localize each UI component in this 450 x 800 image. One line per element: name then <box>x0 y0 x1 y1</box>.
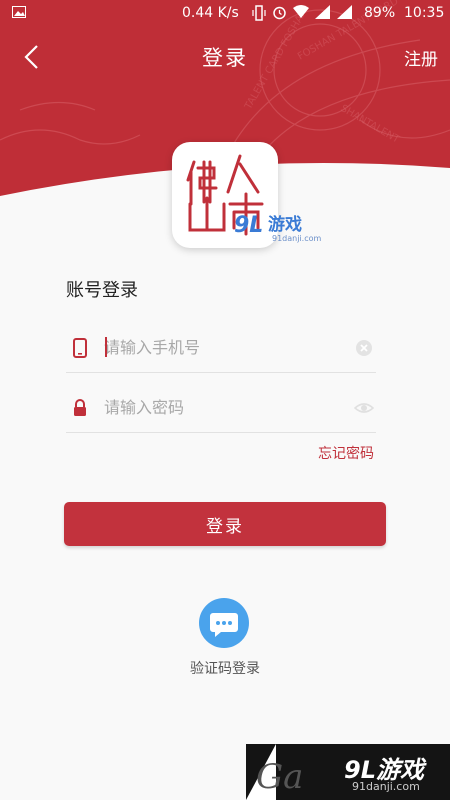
svg-text:91danji.com: 91danji.com <box>272 234 322 243</box>
svg-text:Ga: Ga <box>256 757 303 797</box>
signal-icon-2 <box>337 5 352 19</box>
clear-icon[interactable] <box>354 338 374 358</box>
text-cursor <box>105 337 107 357</box>
lock-icon <box>74 399 86 416</box>
forgot-password-link[interactable]: 忘记密码 <box>318 443 374 463</box>
login-button[interactable]: 登录 <box>64 502 386 546</box>
site-watermark: 9L 游戏 91danji.com <box>234 213 322 243</box>
sms-login-label[interactable]: 验证码登录 <box>0 658 450 678</box>
battery-level: 89% <box>364 5 396 21</box>
status-bar: 0.44 K/s 89% 10:35 <box>0 0 450 28</box>
phone-input[interactable] <box>104 334 334 360</box>
vibrate-icon <box>252 5 266 21</box>
phone-field <box>66 324 376 373</box>
clock: 10:35 <box>404 5 445 21</box>
password-input[interactable] <box>104 394 334 420</box>
wifi-icon <box>293 5 309 18</box>
svg-text:游戏: 游戏 <box>268 214 302 235</box>
password-field <box>66 384 376 433</box>
page-title: 登录 <box>202 46 248 70</box>
phone-icon <box>73 338 87 358</box>
eye-icon[interactable] <box>354 398 374 418</box>
section-title: 账号登录 <box>66 280 138 301</box>
signal-icon <box>315 5 330 19</box>
network-speed: 0.44 K/s <box>182 5 239 21</box>
register-button[interactable]: 注册 <box>404 45 438 70</box>
corner-watermark: Ga 9L游戏 91danji.com <box>246 744 450 800</box>
watermark-graphic-icon: Ga <box>246 744 303 800</box>
svg-text:9L: 9L <box>234 213 263 238</box>
status-icons <box>252 5 353 21</box>
sms-login-button[interactable] <box>199 598 249 648</box>
watermark-site: 91danji.com <box>352 780 420 793</box>
alarm-icon <box>273 6 286 20</box>
chat-bubble-icon <box>210 613 238 637</box>
image-notification-icon <box>12 6 26 22</box>
